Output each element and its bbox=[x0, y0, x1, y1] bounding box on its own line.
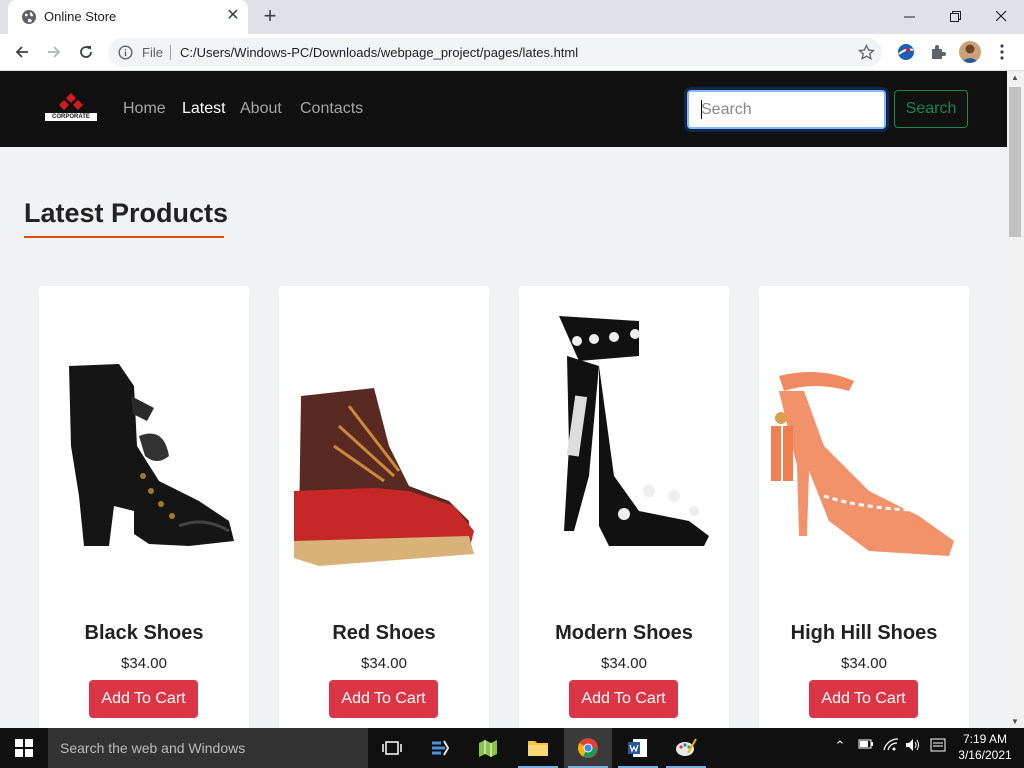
heel-sandal-image bbox=[559, 316, 709, 546]
scroll-up-icon[interactable]: ▲ bbox=[1011, 73, 1019, 82]
pump-heel-image bbox=[771, 372, 954, 556]
windows-taskbar: Search the web and Windows ⌃ 7:19 AM 3/1… bbox=[0, 728, 1024, 768]
globe-icon bbox=[22, 10, 36, 24]
product-price: $34.00 bbox=[361, 655, 407, 672]
product-card: Modern Shoes $34.00 Add To Cart bbox=[519, 286, 729, 728]
add-to-cart-button[interactable]: Add To Cart bbox=[569, 680, 678, 718]
search-button[interactable]: Search bbox=[894, 90, 968, 128]
black-boot-image bbox=[69, 364, 234, 546]
product-price: $34.00 bbox=[121, 655, 167, 672]
scroll-thumb[interactable] bbox=[1009, 87, 1021, 237]
text-cursor bbox=[701, 100, 702, 119]
menu-icon[interactable] bbox=[995, 43, 1009, 61]
site-navbar: CORPORATE Home Latest About Contacts Sea… bbox=[0, 71, 1007, 147]
red-boot-image bbox=[294, 388, 474, 566]
product-name: Black Shoes bbox=[84, 622, 204, 644]
file-label: File bbox=[142, 45, 163, 60]
nav-link-latest[interactable]: Latest bbox=[182, 100, 226, 118]
maps-icon[interactable] bbox=[464, 728, 512, 768]
tab-title: Online Store bbox=[44, 9, 117, 24]
task-view-icon[interactable] bbox=[368, 728, 416, 768]
add-to-cart-button[interactable]: Add To Cart bbox=[809, 680, 918, 718]
product-price: $34.00 bbox=[601, 655, 647, 672]
section-title: Latest Products bbox=[24, 198, 229, 228]
volume-icon[interactable] bbox=[903, 738, 923, 758]
file-explorer-icon[interactable] bbox=[514, 728, 562, 768]
minimize-icon[interactable] bbox=[886, 0, 932, 32]
search-input[interactable] bbox=[687, 90, 886, 129]
clock-time: 7:19 AM bbox=[962, 732, 1008, 746]
paint-icon[interactable] bbox=[662, 728, 710, 768]
battery-icon[interactable] bbox=[856, 738, 876, 758]
product-name: High Hill Shoes bbox=[790, 622, 938, 644]
back-icon[interactable] bbox=[10, 40, 34, 64]
system-clock[interactable]: 7:19 AM 3/16/2021 bbox=[950, 731, 1020, 763]
browser-tab[interactable]: Online Store ✕ bbox=[8, 0, 248, 34]
nav-link-home[interactable]: Home bbox=[123, 100, 166, 118]
dev-tool-icon[interactable] bbox=[416, 728, 464, 768]
word-icon[interactable] bbox=[614, 728, 662, 768]
bookmark-star-icon[interactable] bbox=[858, 44, 875, 61]
product-name: Red Shoes bbox=[332, 622, 436, 644]
wifi-icon[interactable] bbox=[881, 738, 901, 758]
puzzle-icon[interactable] bbox=[928, 42, 948, 62]
nav-link-contacts[interactable]: Contacts bbox=[300, 100, 363, 118]
product-name: Modern Shoes bbox=[555, 622, 693, 644]
web-page: CORPORATE Home Latest About Contacts Sea… bbox=[0, 71, 1007, 728]
logo[interactable]: CORPORATE bbox=[45, 93, 97, 123]
address-bar[interactable]: File C:/Users/Windows-PC/Downloads/webpa… bbox=[108, 38, 882, 67]
add-to-cart-button[interactable]: Add To Cart bbox=[89, 680, 198, 718]
windows-start-icon[interactable] bbox=[0, 728, 48, 768]
add-to-cart-button[interactable]: Add To Cart bbox=[329, 680, 438, 718]
window-close-icon[interactable] bbox=[978, 0, 1024, 32]
logo-text: CORPORATE bbox=[45, 113, 97, 121]
new-tab-icon[interactable]: + bbox=[259, 5, 281, 27]
product-card: High Hill Shoes $34.00 Add To Cart bbox=[759, 286, 969, 728]
nav-link-about[interactable]: About bbox=[240, 100, 282, 118]
reload-icon[interactable] bbox=[74, 40, 98, 64]
scroll-down-icon[interactable]: ▼ bbox=[1011, 717, 1019, 726]
avatar[interactable] bbox=[959, 41, 981, 63]
restore-icon[interactable] bbox=[932, 0, 978, 32]
clock-date: 3/16/2021 bbox=[958, 748, 1012, 762]
tab-close-icon[interactable]: ✕ bbox=[224, 7, 242, 25]
page-scrollbar[interactable]: ▲ ▼ bbox=[1007, 71, 1024, 728]
product-price: $34.00 bbox=[841, 655, 887, 672]
forward-icon[interactable] bbox=[42, 40, 66, 64]
product-card: Black Shoes $34.00 Add To Cart bbox=[39, 286, 249, 728]
url-text[interactable]: C:/Users/Windows-PC/Downloads/webpage_pr… bbox=[180, 45, 578, 60]
notification-icon[interactable] bbox=[928, 738, 948, 758]
title-underline bbox=[24, 236, 224, 238]
taskbar-search[interactable]: Search the web and Windows bbox=[48, 728, 368, 768]
divider bbox=[170, 45, 171, 60]
chrome-icon[interactable] bbox=[564, 728, 612, 768]
browser-toolbar: File C:/Users/Windows-PC/Downloads/webpa… bbox=[0, 34, 1024, 71]
chevron-up-icon[interactable]: ⌃ bbox=[830, 738, 850, 758]
tab-strip: Online Store ✕ + bbox=[0, 0, 1024, 34]
info-icon[interactable] bbox=[118, 45, 133, 60]
product-card: Red Shoes $34.00 Add To Cart bbox=[279, 286, 489, 728]
extension-globe-icon[interactable] bbox=[896, 42, 916, 62]
